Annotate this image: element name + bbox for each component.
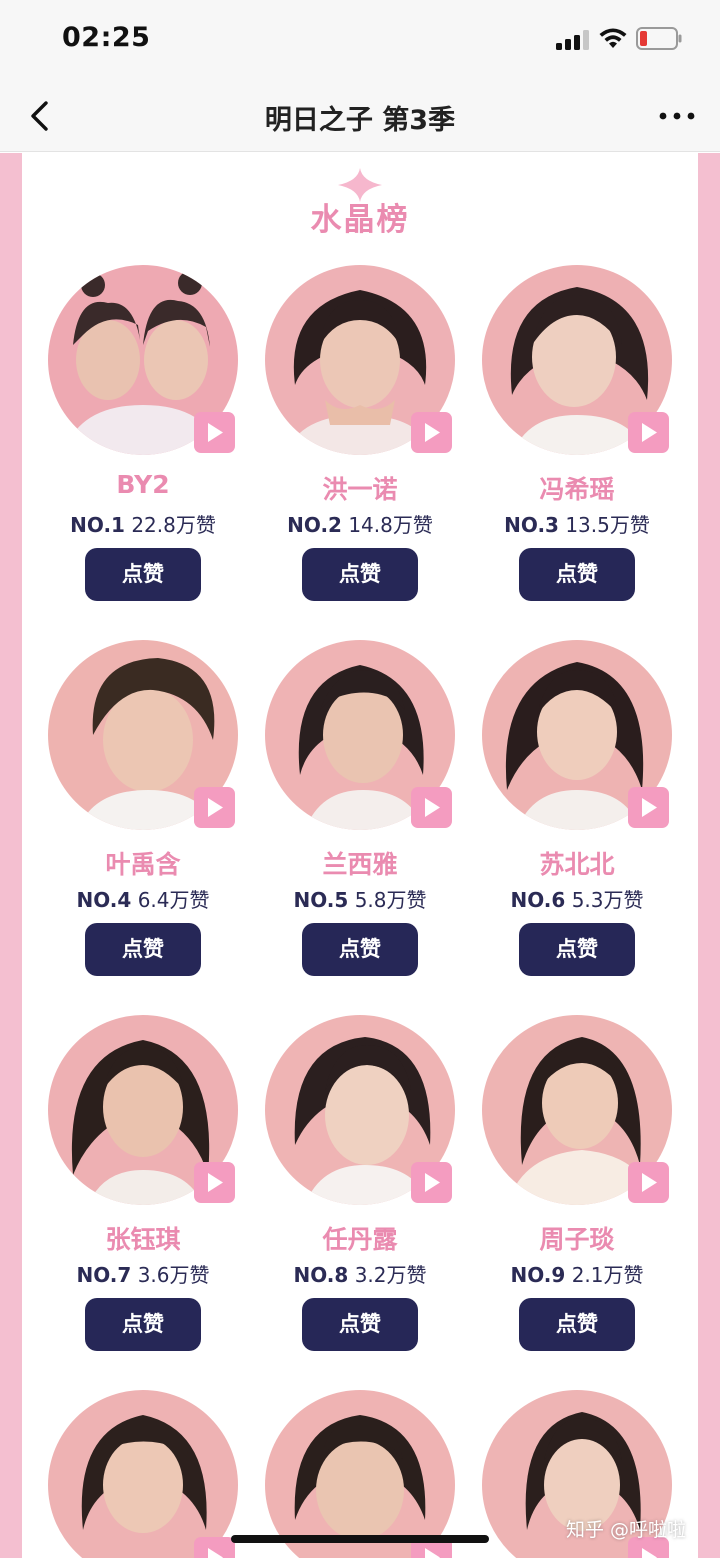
rank: NO.1 [70, 513, 125, 537]
play-icon [425, 1548, 440, 1558]
play-icon [425, 798, 440, 817]
like-count: 2.1万赞 [571, 1263, 644, 1287]
play-icon [208, 798, 223, 817]
play-button[interactable] [194, 787, 235, 828]
rank: NO.8 [293, 1263, 349, 1287]
battery-icon [636, 27, 682, 50]
contestant-rank-likes: NO.1 22.8万赞 [43, 509, 243, 538]
contestant-name: 苏北北 [539, 850, 615, 879]
contestant-name: 任丹露 [322, 1225, 398, 1254]
play-button[interactable] [194, 1537, 235, 1558]
like-count: 13.5万赞 [565, 513, 650, 537]
page-title: 明日之子 第3季 [264, 105, 456, 136]
like-count: 6.4万赞 [137, 888, 210, 912]
like-button[interactable]: 点赞 [85, 923, 201, 976]
like-button[interactable]: 点赞 [519, 923, 635, 976]
contestant-rank-likes: NO.8 3.2万赞 [260, 1259, 460, 1288]
play-icon [642, 798, 657, 817]
like-button[interactable]: 点赞 [519, 1298, 635, 1351]
more-menu-icon[interactable] [658, 106, 696, 126]
contestant-rank-likes: NO.5 5.8万赞 [260, 884, 460, 913]
rank: NO.5 [293, 888, 349, 912]
contestant-rank-likes: NO.3 13.5万赞 [477, 509, 677, 538]
play-icon [208, 423, 223, 442]
like-button[interactable]: 点赞 [302, 923, 418, 976]
contestant-rank-likes: NO.9 2.1万赞 [477, 1259, 677, 1288]
play-icon [642, 1548, 657, 1558]
contestant-card: 洪一诺 NO.2 14.8万赞 点赞 [265, 265, 465, 625]
contestant-card: 苏北北 NO.6 5.3万赞 点赞 [482, 640, 682, 1000]
contestant-card: 任丹露 NO.8 3.2万赞 点赞 [265, 1015, 465, 1375]
play-button[interactable] [194, 1162, 235, 1203]
contestant-card: 张钰琪 NO.7 3.6万赞 点赞 [48, 1015, 248, 1375]
rank: NO.7 [76, 1263, 132, 1287]
play-icon [425, 1173, 440, 1192]
play-button[interactable] [411, 787, 452, 828]
contestant-name: 叶禹含 [105, 850, 181, 879]
contestant-rank-likes: NO.7 3.6万赞 [43, 1259, 243, 1288]
contestant-card: 兰西雅 NO.5 5.8万赞 点赞 [265, 640, 465, 1000]
play-button[interactable] [628, 412, 669, 453]
contestant-card: BY2 NO.1 22.8万赞 点赞 [48, 265, 248, 625]
like-count: 5.3万赞 [571, 888, 644, 912]
rank: NO.2 [287, 513, 342, 537]
like-count: 3.6万赞 [137, 1263, 210, 1287]
play-icon [208, 1173, 223, 1192]
play-button[interactable] [194, 412, 235, 453]
contestant-rank-likes: NO.6 5.3万赞 [477, 884, 677, 913]
like-button[interactable]: 点赞 [85, 1298, 201, 1351]
like-button[interactable]: 点赞 [302, 548, 418, 601]
play-icon [425, 423, 440, 442]
like-count: 14.8万赞 [348, 513, 433, 537]
rank: NO.6 [510, 888, 566, 912]
play-button[interactable] [628, 787, 669, 828]
avatar[interactable] [48, 1390, 238, 1558]
play-button[interactable] [411, 412, 452, 453]
contestant-rank-likes: NO.2 14.8万赞 [260, 509, 460, 538]
rank: NO.9 [510, 1263, 566, 1287]
like-count: 3.2万赞 [354, 1263, 427, 1287]
home-indicator[interactable] [231, 1535, 489, 1543]
like-button[interactable]: 点赞 [519, 548, 635, 601]
play-button[interactable] [411, 1162, 452, 1203]
status-time: 02:25 [62, 22, 151, 53]
contestant-name: 冯希瑶 [539, 475, 615, 504]
like-count: 22.8万赞 [131, 513, 216, 537]
play-icon [642, 423, 657, 442]
contestant-card [265, 1390, 465, 1558]
contestant-name: BY2 [116, 470, 170, 499]
like-count: 5.8万赞 [354, 888, 427, 912]
play-button[interactable] [628, 1162, 669, 1203]
contestant-name: 张钰琪 [105, 1225, 181, 1254]
section-title: 水晶榜 [310, 202, 410, 238]
contestant-name: 兰西雅 [322, 850, 398, 879]
contestant-rank-likes: NO.4 6.4万赞 [43, 884, 243, 913]
signal-icon [556, 30, 590, 50]
contestant-name: 周子琰 [539, 1225, 615, 1254]
nav-bar: 明日之子 第3季 [0, 80, 720, 152]
play-icon [642, 1173, 657, 1192]
watermark: 知乎 @呼啦啦 [566, 1519, 687, 1541]
contestant-card: 周子琰 NO.9 2.1万赞 点赞 [482, 1015, 682, 1375]
contestant-name: 洪一诺 [322, 475, 398, 504]
avatar[interactable] [265, 1390, 455, 1558]
contestant-card: 叶禹含 NO.4 6.4万赞 点赞 [48, 640, 248, 1000]
play-icon [208, 1548, 223, 1558]
like-button[interactable]: 点赞 [302, 1298, 418, 1351]
rank: NO.3 [504, 513, 559, 537]
status-bar: 02:25 [0, 0, 720, 80]
like-button[interactable]: 点赞 [85, 548, 201, 601]
rank: NO.4 [76, 888, 132, 912]
contestant-card: 冯希瑶 NO.3 13.5万赞 点赞 [482, 265, 682, 625]
wifi-icon [599, 28, 627, 48]
contestant-card [48, 1390, 248, 1558]
